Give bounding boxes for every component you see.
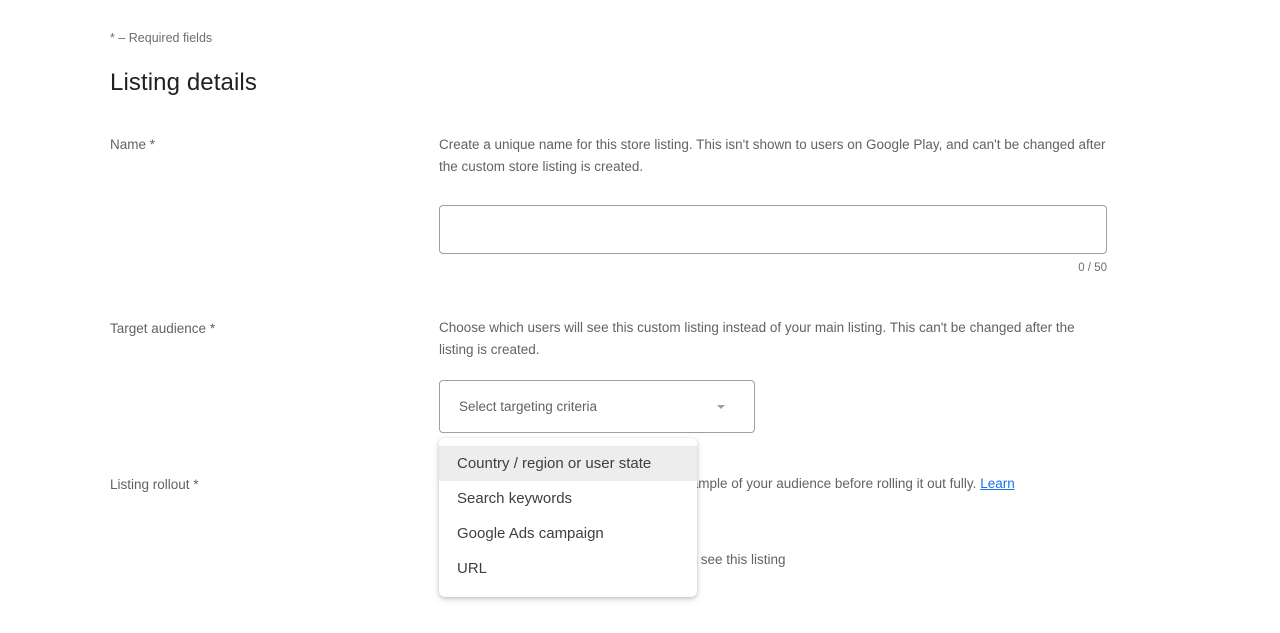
section-title: Listing details bbox=[110, 69, 257, 96]
menu-item-url[interactable]: URL bbox=[439, 551, 697, 586]
menu-item-search-keywords[interactable]: Search keywords bbox=[439, 481, 697, 516]
listing-rollout-label: Listing rollout * bbox=[110, 477, 199, 492]
select-value: Select targeting criteria bbox=[459, 399, 598, 414]
targeting-criteria-menu: Country / region or user state Search ke… bbox=[439, 438, 697, 597]
rollout-help-visible: sample of your audience before rolling i… bbox=[684, 476, 977, 491]
menu-item-google-ads-campaign[interactable]: Google Ads campaign bbox=[439, 516, 697, 551]
menu-item-country-region[interactable]: Country / region or user state bbox=[439, 446, 697, 481]
targeting-criteria-select[interactable]: Select targeting criteria bbox=[439, 380, 755, 433]
name-help-text: Create a unique name for this store list… bbox=[439, 137, 1106, 174]
rollout-audience-visible: ill see this listing bbox=[688, 552, 786, 567]
name-input[interactable] bbox=[439, 205, 1107, 254]
required-fields-note: * – Required fields bbox=[110, 31, 213, 45]
target-audience-help-text: Choose which users will see this custom … bbox=[439, 320, 1075, 357]
name-char-counter: 0 / 50 bbox=[1078, 262, 1107, 274]
learn-more-link[interactable]: Learn bbox=[980, 476, 1015, 491]
target-audience-label: Target audience * bbox=[110, 321, 216, 336]
dropdown-arrow-icon bbox=[717, 405, 725, 409]
name-label: Name * bbox=[110, 137, 156, 152]
